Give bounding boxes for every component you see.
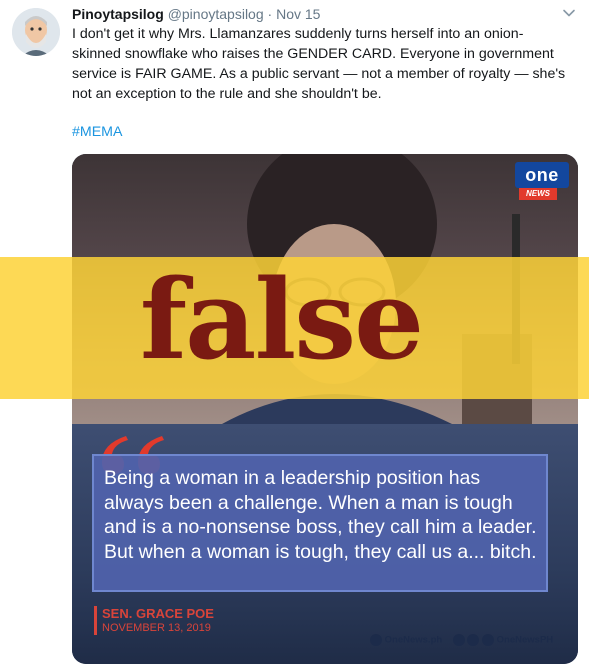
verdict-label: false <box>139 255 424 384</box>
speaker-date: NOVEMBER 13, 2019 <box>102 622 211 634</box>
speaker-name: SEN. GRACE POE <box>102 606 214 621</box>
news-logo-tag: NEWS <box>519 188 557 200</box>
separator-dot: · <box>267 6 273 22</box>
one-logo-text: one <box>515 162 569 188</box>
twitter-icon <box>467 634 480 646</box>
quote-text: Being a woman in a leadership position h… <box>104 467 537 563</box>
tweet-date[interactable]: Nov 15 <box>276 6 320 22</box>
globe-icon <box>370 634 382 646</box>
tweet-header: Pinoytapsilog @pinoytapsilog · Nov 15 <box>72 5 320 23</box>
chevron-down-icon[interactable] <box>562 6 576 20</box>
youtube-icon <box>482 634 495 646</box>
tweet-text: I don't get it why Mrs. Llamanzares sudd… <box>72 26 566 102</box>
media-footer: OneNews.ph OneNewsPH <box>370 634 553 650</box>
footer-social-handle: OneNewsPH <box>496 634 554 646</box>
tweet-media-image[interactable]: one NEWS Being a woman in a leadership p… <box>72 154 578 664</box>
user-handle[interactable]: @pinoytapsilog <box>168 6 264 22</box>
quote-attribution: SEN. GRACE POE NOVEMBER 13, 2019 <box>94 606 242 635</box>
facebook-icon <box>452 634 465 646</box>
hashtag-link[interactable]: #MEMA <box>72 124 122 140</box>
avatar[interactable] <box>12 8 60 56</box>
footer-site: OneNews.ph <box>384 634 443 646</box>
display-name[interactable]: Pinoytapsilog <box>72 6 164 22</box>
memoji-avatar-image <box>12 8 60 56</box>
one-news-logo: one NEWS <box>515 162 569 200</box>
